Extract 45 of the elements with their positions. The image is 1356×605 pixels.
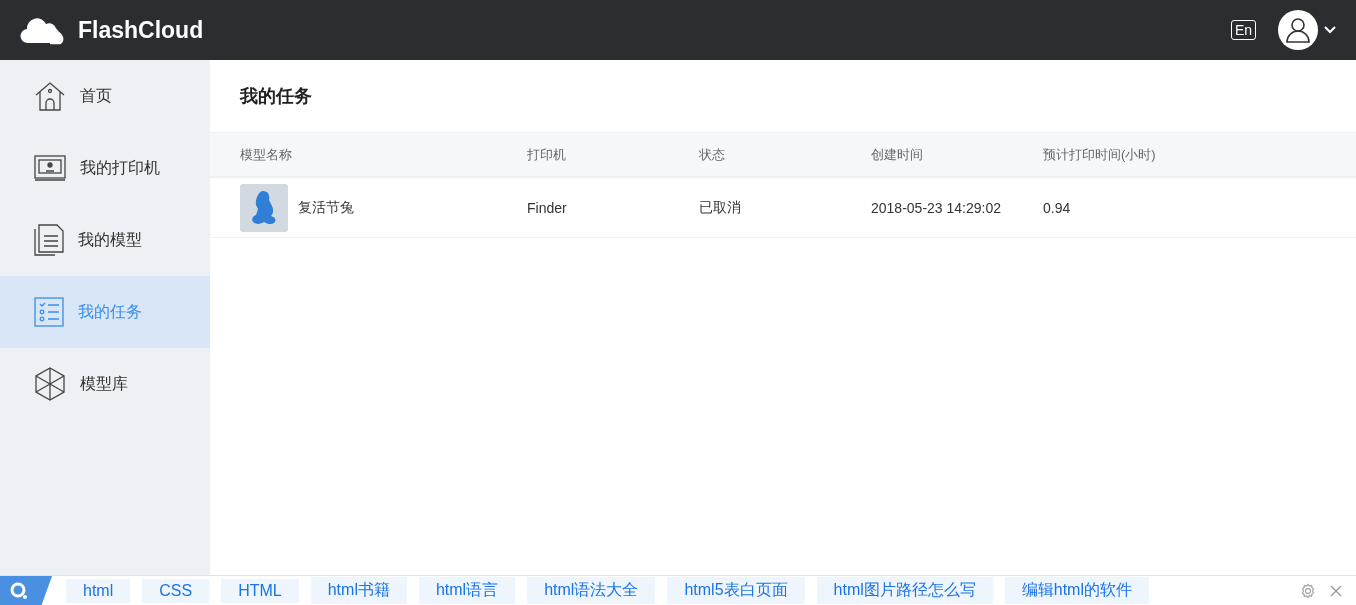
sidebar-item[interactable]: 首页	[0, 60, 210, 132]
table-cell-text: Finder	[527, 199, 568, 216]
printer-icon	[34, 155, 66, 181]
sidebar-item[interactable]: 我的打印机	[0, 132, 210, 204]
close-icon	[1330, 584, 1342, 597]
suggestion-tag[interactable]: html书籍	[310, 577, 407, 604]
suggestion-tag[interactable]: html语言	[418, 577, 516, 604]
suggestion-tag[interactable]: html5表白页面	[667, 577, 805, 604]
sidebar-item-label: 我的打印机	[80, 157, 160, 178]
sidebar-item-label: 首页	[80, 85, 112, 106]
page-title: 我的任务	[238, 85, 313, 108]
table-cell-text: 2018-05-23 14:29:02	[871, 199, 1002, 216]
sidebar-item-label: 模型库	[80, 373, 128, 394]
sidebar-item-label: 我的任务	[78, 301, 142, 322]
sidebar-item[interactable]: 模型库	[0, 348, 210, 420]
suggestion-tag[interactable]: HTML	[221, 578, 299, 603]
user-avatar[interactable]	[1278, 10, 1318, 50]
close-button[interactable]	[1330, 584, 1342, 597]
sidebar-item[interactable]: 我的模型	[0, 204, 210, 276]
column-header: 打印机	[527, 145, 567, 164]
column-header: 状态	[699, 145, 726, 164]
table-cell: 复活节兔	[298, 198, 354, 217]
suggestion-tag[interactable]: html	[66, 578, 131, 603]
checklist-icon	[34, 297, 64, 327]
suggestion-tag[interactable]: 编辑html的软件	[1004, 577, 1149, 604]
settings-icon	[1300, 582, 1316, 599]
column-header: 模型名称	[240, 145, 293, 164]
app-logo-text: FlashCloud	[78, 16, 204, 44]
language-button[interactable]: En	[1230, 20, 1256, 40]
user-icon	[1286, 17, 1310, 43]
chevron-down-icon[interactable]	[1324, 26, 1336, 34]
polyhedron-icon	[34, 367, 66, 401]
suggestion-tag[interactable]: html图片路径怎么写	[816, 577, 993, 604]
sidebar-item-label: 我的模型	[78, 229, 142, 250]
ring-icon	[10, 581, 28, 600]
column-header: 预计打印时间(小时)	[1043, 145, 1157, 164]
table-cell-text: 0.94	[1043, 199, 1072, 216]
suggestion-tag[interactable]: html语法大全	[527, 577, 656, 604]
suggestion-tag[interactable]: CSS	[142, 578, 210, 603]
column-header: 创建时间	[871, 145, 924, 164]
house-icon	[34, 81, 66, 111]
document-icon	[34, 224, 64, 256]
table-cell-text: 已取消	[699, 198, 742, 217]
sidebar-item[interactable]: 我的任务	[0, 276, 210, 348]
figurine-drawing	[251, 188, 277, 227]
